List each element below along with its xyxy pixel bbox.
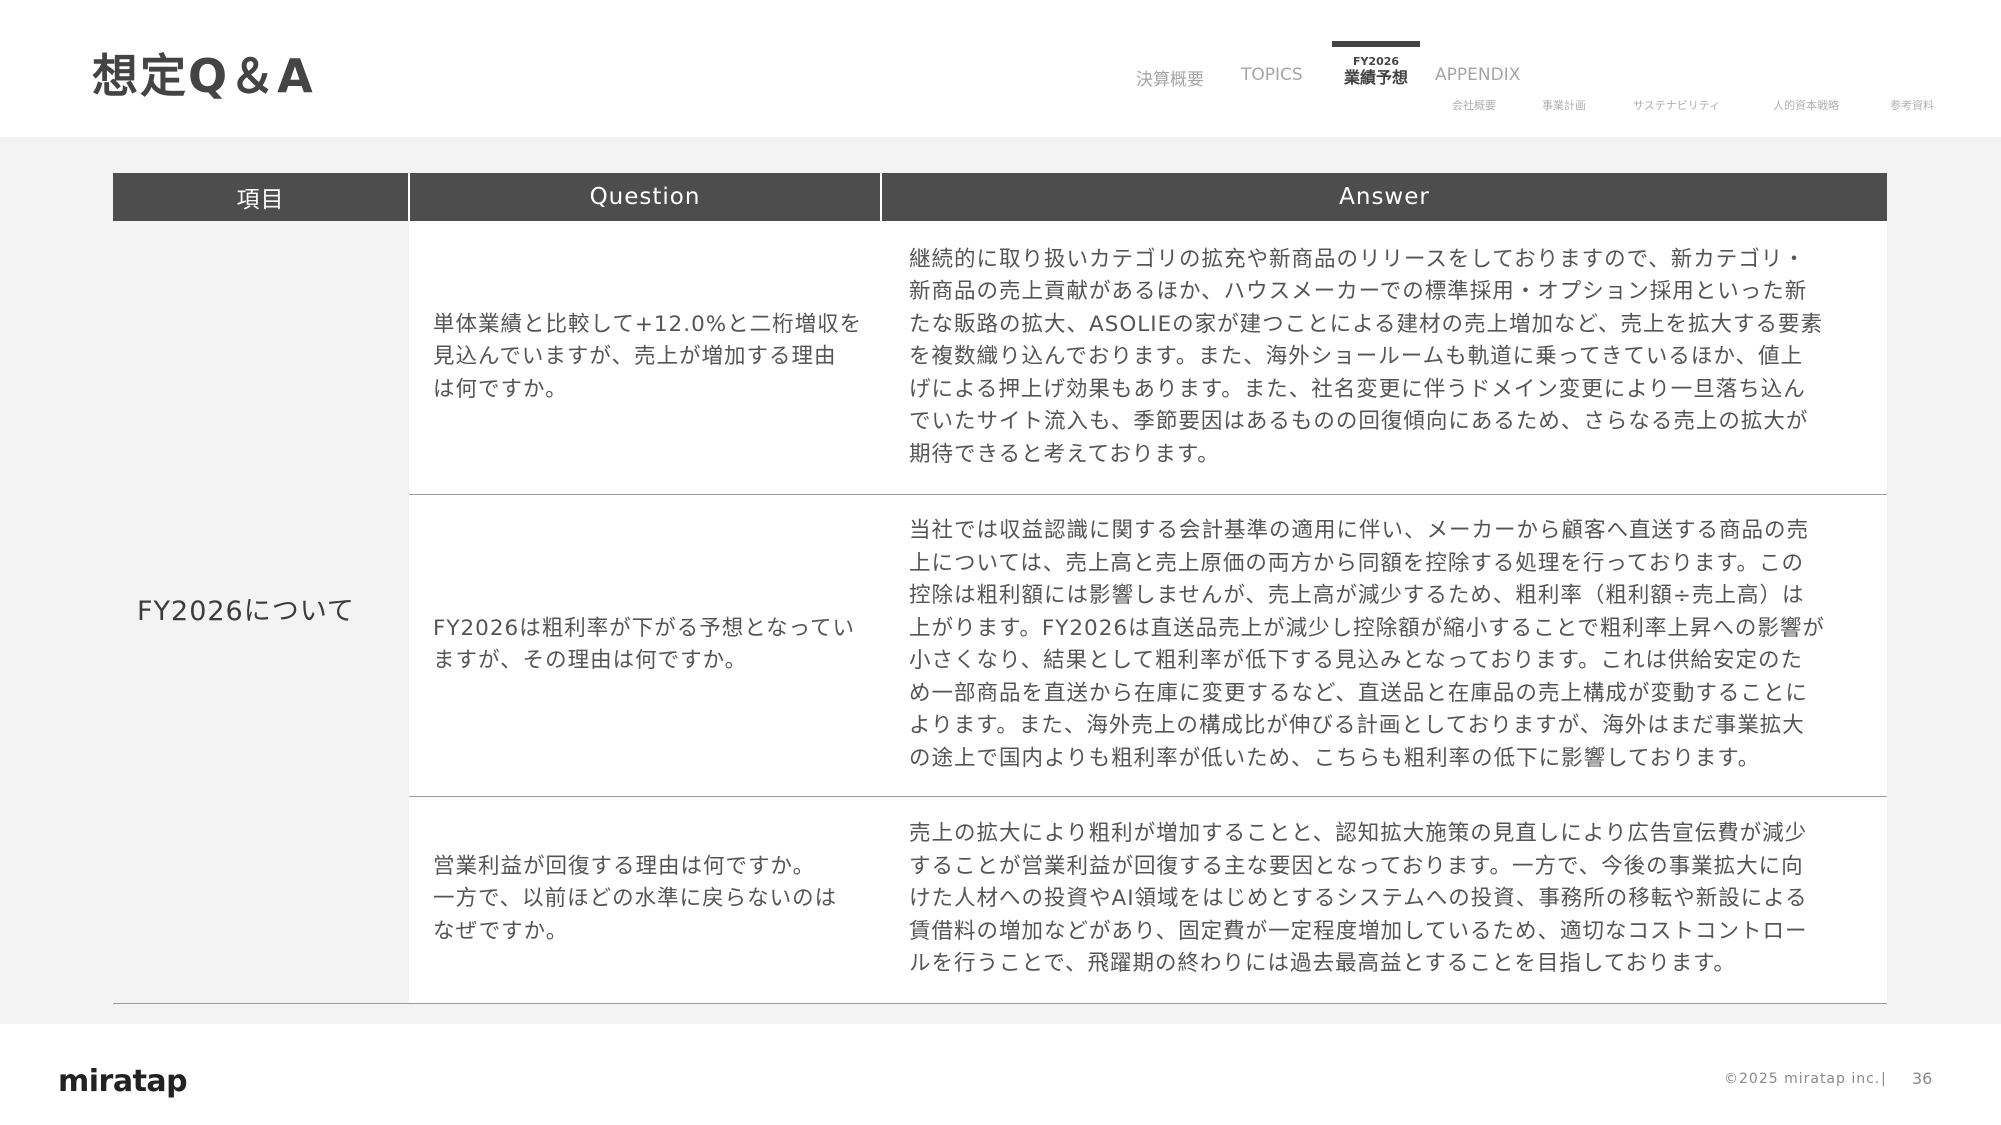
footer-separator: | — [1881, 1071, 1886, 1087]
subnav-item-human-capital[interactable]: 人的資本戦略 — [1773, 97, 1839, 113]
answer-cell: 当社では収益認識に関する会計基準の適用に伴い、メーカーから顧客へ直送する商品の売… — [881, 494, 1887, 797]
qa-table: 項目 Question Answer FY2026について 単体業績と比較して+… — [113, 173, 1887, 1004]
column-header-question: Question — [409, 173, 882, 221]
answer-cell: 継続的に取り扱いカテゴリの拡充や新商品のリリースをしておりますので、新カテゴリ・… — [881, 221, 1887, 495]
nav-item-forecast-label: 業績予想 — [1343, 68, 1408, 87]
question-cell: 単体業績と比較して+12.0%と二桁増収を 見込んでいますが、売上が増加する理由… — [409, 221, 881, 495]
nav-item-topics[interactable]: TOPICS — [1241, 65, 1303, 85]
subnav-item-business-plan[interactable]: 事業計画 — [1542, 97, 1586, 113]
section-nav: 決算概要 TOPICS FY2026 業績予想 APPENDIX 会社概要 事業… — [0, 0, 2001, 137]
column-header-item: 項目 — [113, 173, 410, 221]
copyright-text: ©2025 miratap inc. — [1724, 1071, 1881, 1087]
question-cell: 営業利益が回復する理由は何ですか。 一方で、以前ほどの水準に戻らないのは なぜで… — [409, 796, 881, 1004]
header: 想定Q＆A 決算概要 TOPICS FY2026 業績予想 APPENDIX 会… — [0, 0, 2001, 137]
answer-cell: 売上の拡大により粗利が増加することと、認知拡大施策の見直しにより広告宣伝費が減少… — [881, 796, 1887, 1004]
subnav-item-company-overview[interactable]: 会社概要 — [1452, 97, 1496, 113]
subnav-item-reference[interactable]: 参考資料 — [1890, 97, 1934, 113]
category-cell: FY2026について — [113, 221, 409, 1004]
subnav-item-sustainability[interactable]: サステナビリティ — [1633, 97, 1720, 113]
company-logo: miratap — [58, 1064, 188, 1099]
page-number: 36 — [1912, 1069, 1933, 1088]
nav-item-forecast-active[interactable]: FY2026 業績予想 — [1332, 41, 1420, 93]
nav-item-forecast-year: FY2026 — [1352, 55, 1400, 68]
table-row: FY2026について 単体業績と比較して+12.0%と二桁増収を 見込んでいます… — [113, 221, 1887, 1004]
table-header-row: 項目 Question Answer — [113, 173, 1887, 221]
column-header-answer: Answer — [881, 173, 1887, 221]
question-cell: FY2026は粗利率が下がる予想となってい ますが、その理由は何ですか。 — [409, 494, 881, 797]
nav-item-results-summary[interactable]: 決算概要 — [1136, 65, 1204, 90]
nav-item-appendix[interactable]: APPENDIX — [1435, 65, 1520, 85]
